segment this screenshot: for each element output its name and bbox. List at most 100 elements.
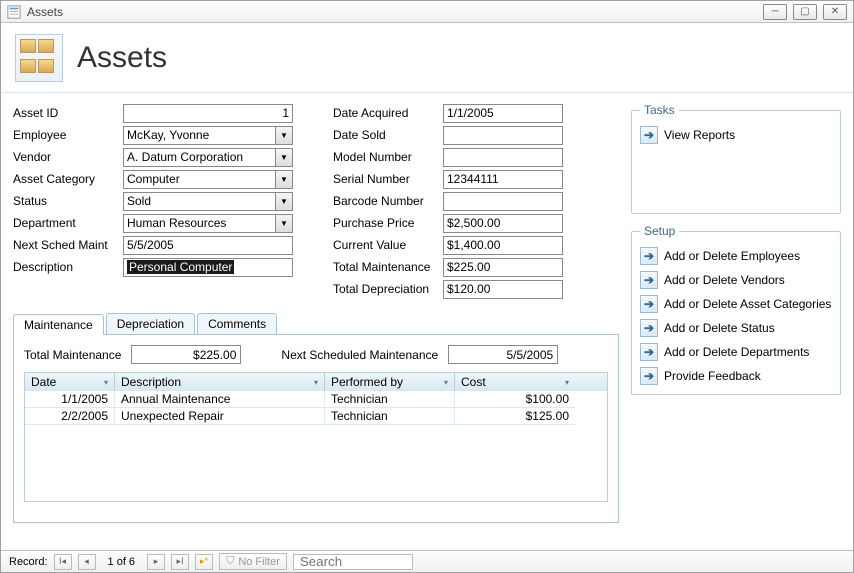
description-field[interactable]: Personal Computer (123, 258, 293, 277)
date-sold-field[interactable] (443, 126, 563, 145)
tab-depreciation[interactable]: Depreciation (106, 313, 195, 334)
date-acquired-field[interactable]: 1/1/2005 (443, 104, 563, 123)
description-label: Description (13, 260, 123, 274)
window-title: Assets (27, 5, 63, 19)
record-label: Record: (9, 556, 48, 568)
tab-comments[interactable]: Comments (197, 313, 277, 334)
dropdown-icon[interactable]: ▼ (275, 126, 293, 145)
model-label: Model Number (333, 150, 443, 164)
setup-group: Setup ➔Add or Delete Employees ➔Add or D… (631, 224, 841, 395)
cell-description: Unexpected Repair (115, 408, 325, 425)
dropdown-icon[interactable]: ▼ (275, 192, 293, 211)
add-departments-link[interactable]: ➔Add or Delete Departments (640, 340, 832, 364)
provide-feedback-link[interactable]: ➔Provide Feedback (640, 364, 832, 388)
total-depr-field[interactable]: $120.00 (443, 280, 563, 299)
left-column: Asset ID1 EmployeeMcKay, Yvonne▼ VendorA… (13, 103, 293, 299)
total-depr-label: Total Depreciation (333, 282, 443, 296)
arrow-icon: ➔ (640, 126, 658, 144)
dropdown-icon[interactable]: ▼ (275, 148, 293, 167)
cell-performed-by: Technician (325, 391, 455, 408)
maintenance-panel: Total Maintenance $225.00 Next Scheduled… (13, 335, 619, 523)
category-label: Asset Category (13, 172, 123, 186)
total-maint-field[interactable]: $225.00 (443, 258, 563, 277)
purchase-field[interactable]: $2,500.00 (443, 214, 563, 233)
employee-field[interactable]: McKay, Yvonne▼ (123, 126, 293, 145)
right-column: Date Acquired1/1/2005 Date Sold Model Nu… (333, 103, 563, 299)
col-header-cost[interactable]: Cost▾ (455, 373, 575, 391)
department-label: Department (13, 216, 123, 230)
cell-date: 2/2/2005 (25, 408, 115, 425)
serial-field[interactable]: 12344111 (443, 170, 563, 189)
vendor-field[interactable]: A. Datum Corporation▼ (123, 148, 293, 167)
filter-button[interactable]: ⛉No Filter (219, 553, 287, 570)
dropdown-icon[interactable]: ▼ (275, 170, 293, 189)
status-field[interactable]: Sold▼ (123, 192, 293, 211)
current-field[interactable]: $1,400.00 (443, 236, 563, 255)
titlebar: Assets ─ ▢ ✕ (1, 1, 853, 23)
chevron-down-icon[interactable]: ▾ (565, 378, 569, 387)
close-button[interactable]: ✕ (823, 4, 847, 20)
vendor-label: Vendor (13, 150, 123, 164)
record-position: 1 of 6 (102, 556, 142, 568)
purchase-label: Purchase Price (333, 216, 443, 230)
add-employees-link[interactable]: ➔Add or Delete Employees (640, 244, 832, 268)
arrow-icon: ➔ (640, 271, 658, 289)
model-field[interactable] (443, 148, 563, 167)
asset-id-label: Asset ID (13, 106, 123, 120)
serial-label: Serial Number (333, 172, 443, 186)
cell-description: Annual Maintenance (115, 391, 325, 408)
page-header: Assets (1, 23, 853, 93)
add-vendors-link[interactable]: ➔Add or Delete Vendors (640, 268, 832, 292)
dropdown-icon[interactable]: ▼ (275, 214, 293, 233)
next-record-button[interactable]: ▸ (147, 554, 165, 570)
add-categories-link[interactable]: ➔Add or Delete Asset Categories (640, 292, 832, 316)
filter-icon: ⛉ (226, 555, 234, 568)
status-label: Status (13, 194, 123, 208)
chevron-down-icon[interactable]: ▾ (444, 378, 448, 387)
tab-maintenance[interactable]: Maintenance (13, 314, 104, 335)
prev-record-button[interactable]: ◂ (78, 554, 96, 570)
chevron-down-icon[interactable]: ▾ (314, 378, 318, 387)
arrow-icon: ➔ (640, 343, 658, 361)
barcode-label: Barcode Number (333, 194, 443, 208)
first-record-button[interactable]: I◂ (54, 554, 72, 570)
arrow-icon: ➔ (640, 295, 658, 313)
new-record-button[interactable]: ▸* (195, 554, 213, 570)
employee-label: Employee (13, 128, 123, 142)
category-field[interactable]: Computer▼ (123, 170, 293, 189)
search-input[interactable] (293, 554, 413, 570)
side-panel: Tasks ➔View Reports Setup ➔Add or Delete… (631, 103, 841, 523)
total-maintenance-label: Total Maintenance (24, 348, 121, 362)
col-header-performed-by[interactable]: Performed by▾ (325, 373, 455, 391)
record-navigator: Record: I◂ ◂ 1 of 6 ▸ ▸I ▸* ⛉No Filter (1, 550, 853, 572)
arrow-icon: ➔ (640, 247, 658, 265)
view-reports-link[interactable]: ➔View Reports (640, 123, 832, 147)
cell-date: 1/1/2005 (25, 391, 115, 408)
col-header-description[interactable]: Description▾ (115, 373, 325, 391)
next-maint-field[interactable]: 5/5/2005 (123, 236, 293, 255)
col-header-date[interactable]: Date▾ (25, 373, 115, 391)
department-field[interactable]: Human Resources▼ (123, 214, 293, 233)
table-row[interactable]: 2/2/2005Unexpected RepairTechnician$125.… (25, 408, 607, 425)
last-record-button[interactable]: ▸I (171, 554, 189, 570)
current-label: Current Value (333, 238, 443, 252)
barcode-field[interactable] (443, 192, 563, 211)
form-icon (7, 5, 21, 19)
cell-cost: $125.00 (455, 408, 575, 425)
asset-id-field[interactable]: 1 (123, 104, 293, 123)
next-scheduled-label: Next Scheduled Maintenance (281, 348, 438, 362)
minimize-button[interactable]: ─ (763, 4, 787, 20)
maximize-button[interactable]: ▢ (793, 4, 817, 20)
tasks-group: Tasks ➔View Reports (631, 103, 841, 214)
setup-title: Setup (640, 224, 679, 238)
maintenance-grid: Date▾ Description▾ Performed by▾ Cost▾ 1… (24, 372, 608, 502)
total-maintenance-value: $225.00 (131, 345, 241, 364)
table-row[interactable]: 1/1/2005Annual MaintenanceTechnician$100… (25, 391, 607, 408)
cell-performed-by: Technician (325, 408, 455, 425)
add-status-link[interactable]: ➔Add or Delete Status (640, 316, 832, 340)
date-sold-label: Date Sold (333, 128, 443, 142)
assets-icon (15, 34, 63, 82)
assets-window: Assets ─ ▢ ✕ Assets Asset ID1 EmployeeMc… (0, 0, 854, 573)
cell-cost: $100.00 (455, 391, 575, 408)
chevron-down-icon[interactable]: ▾ (104, 378, 108, 387)
